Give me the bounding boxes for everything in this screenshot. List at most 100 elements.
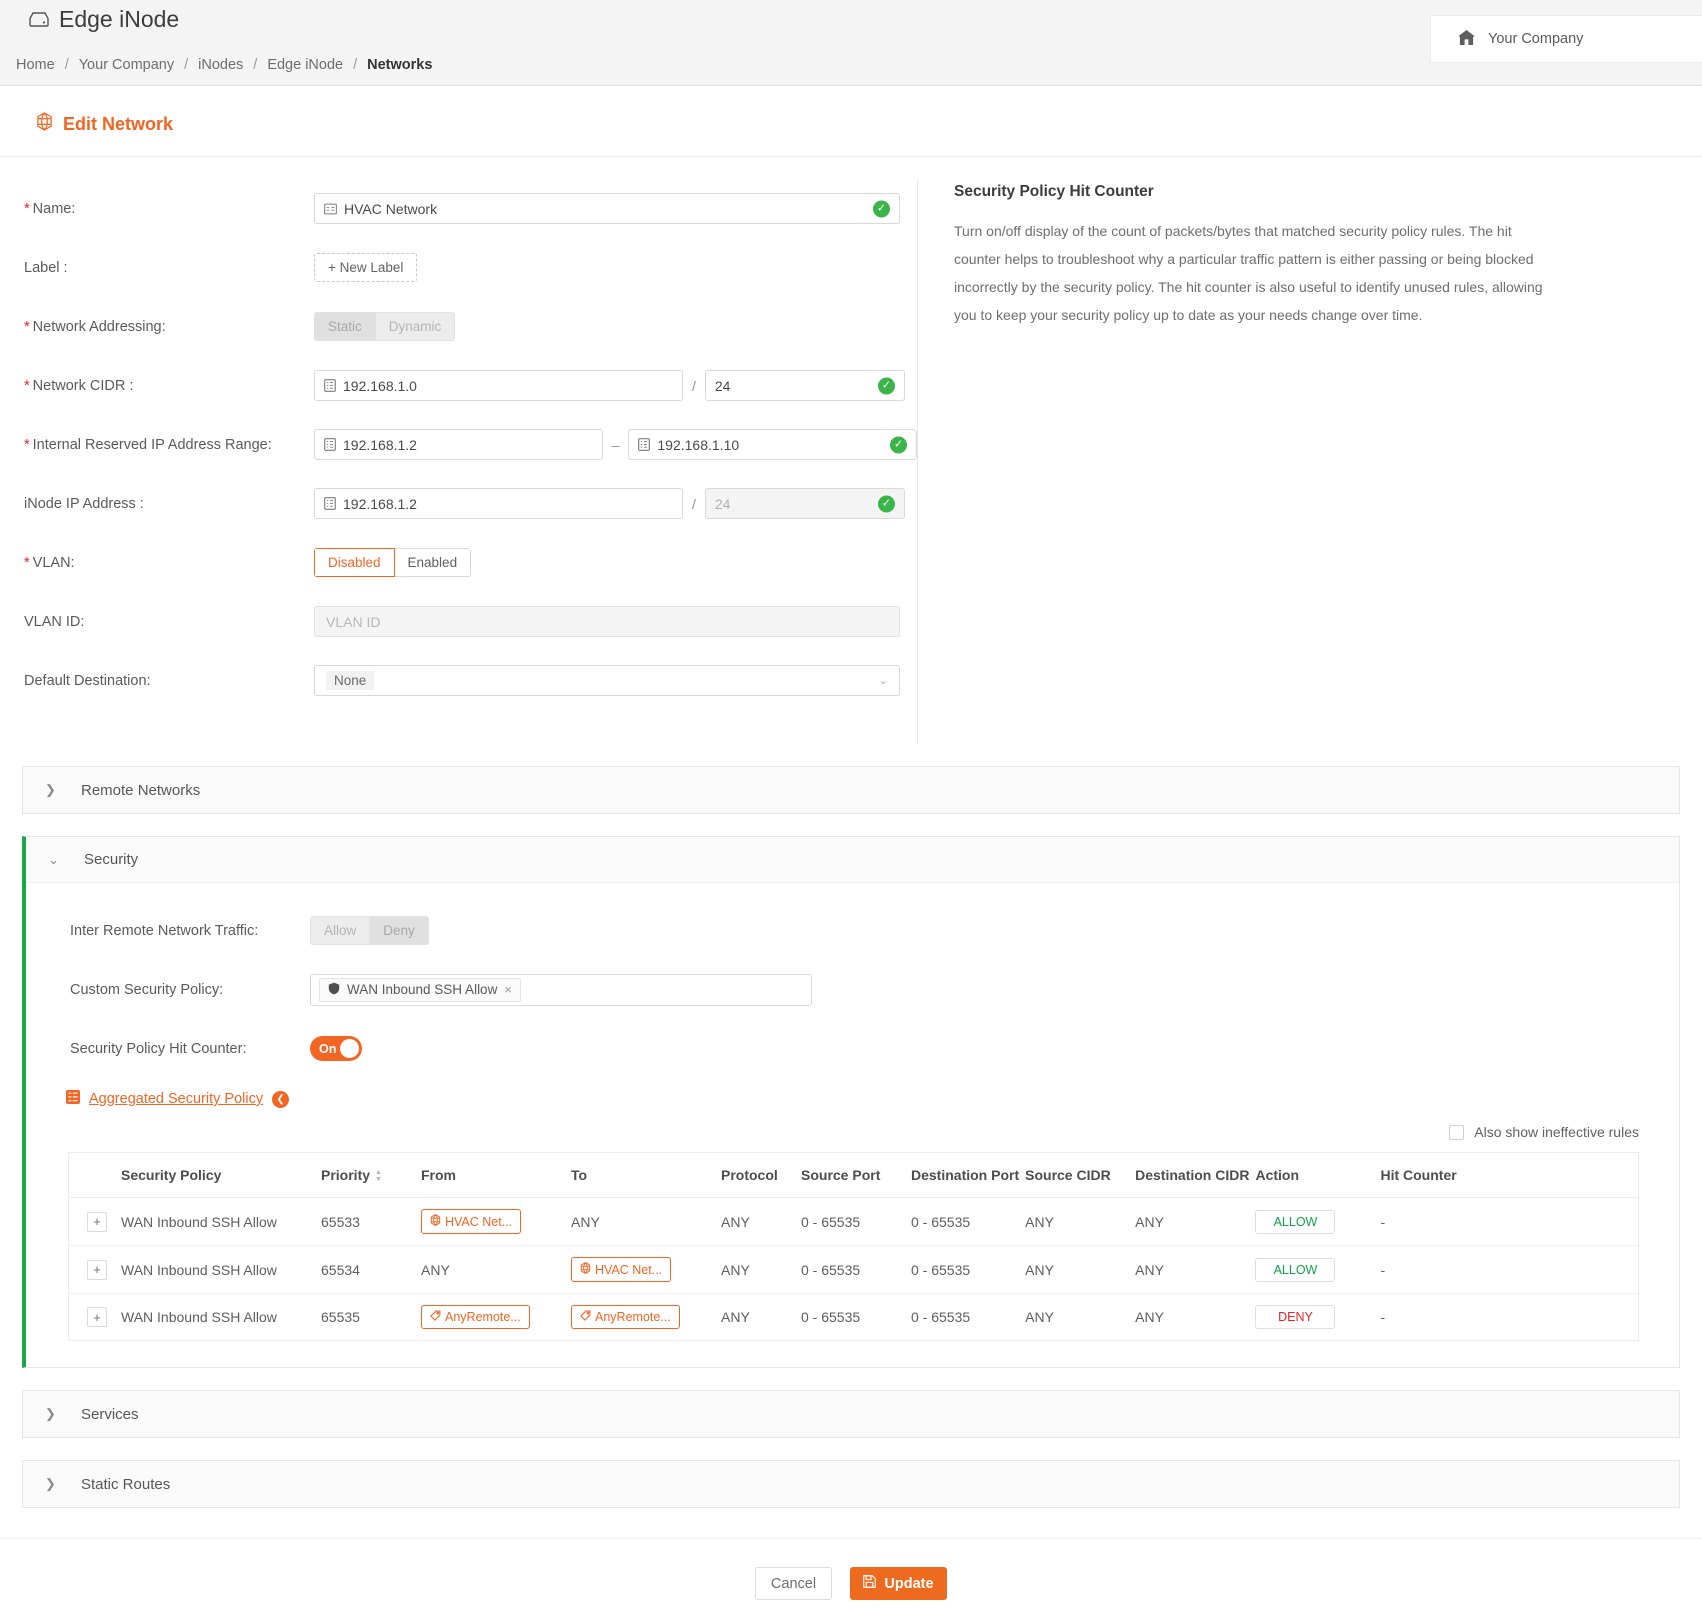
label-vlan: * VLAN: [24,555,314,571]
vlan-option-enabled[interactable]: Enabled [394,548,472,577]
from-network-pill[interactable]: AnyRemote... [421,1305,530,1329]
network-addressing-toggle: Static Dynamic [314,312,456,341]
info-panel: Security Policy Hit Counter Turn on/off … [918,179,1702,744]
cell-security-policy: WAN Inbound SSH Allow [121,1309,277,1325]
cell-priority: 65533 [321,1197,421,1246]
accordion-security-label: Security [84,851,139,868]
field-row-vlan: * VLAN: Disabled Enabled [0,533,917,592]
update-button[interactable]: Update [850,1567,947,1600]
cell-source-cidr: ANY [1025,1197,1136,1246]
network-cidr-prefix-input[interactable]: 24 ✓ [704,370,905,401]
table-row: + WAN Inbound SSH Allow 65534 ANY HVAC N… [69,1245,1638,1294]
inode-device-icon [28,11,50,28]
field-row-internal-reserved-range: * Internal Reserved IP Address Range: 192… [0,415,917,474]
field-row-label: Label : + New Label [0,238,917,297]
accordion-services[interactable]: ❯ Services [22,1390,1680,1438]
close-icon[interactable]: × [504,982,512,997]
table-row: + WAN Inbound SSH Allow 65535 AnyRemote.… [69,1294,1638,1341]
accordion-static-routes[interactable]: ❯ Static Routes [22,1460,1680,1508]
add-new-label-button[interactable]: + New Label [314,253,418,282]
vlan-toggle[interactable]: Disabled Enabled [314,548,472,577]
update-button-label: Update [884,1575,934,1592]
cell-source-port: 0 - 65535 [801,1309,861,1325]
reserved-range-from-input[interactable]: 192.168.1.2 [314,429,603,460]
inode-ip-address-input[interactable]: 192.168.1.2 [314,488,683,519]
label-network-cidr-text: Network CIDR : [32,377,134,394]
chevron-right-icon: ❯ [45,1476,56,1491]
ip-address-icon [638,438,651,451]
tag-icon [430,1310,441,1324]
network-cidr-address-input[interactable]: 192.168.1.0 [314,370,683,401]
inter-remote-traffic-option-deny: Deny [370,916,429,945]
action-badge: ALLOW [1255,1257,1336,1282]
from-network-pill[interactable]: HVAC Net... [421,1209,522,1234]
label-vlan-text: VLAN: [32,554,75,571]
network-addressing-option-dynamic: Dynamic [375,312,456,341]
custom-security-policy-chip[interactable]: WAN Inbound SSH Allow × [319,977,521,1002]
accordion-static-routes-header[interactable]: ❯ Static Routes [23,1461,1679,1507]
required-marker: * [24,200,30,217]
breadcrumb-item-your-company[interactable]: Your Company [76,57,177,73]
table-body: + WAN Inbound SSH Allow 65533 HVAC Net..… [69,1197,1638,1341]
label-inter-remote-traffic: Inter Remote Network Traffic: [70,922,259,939]
aggregated-security-policy-label[interactable]: Aggregated Security Policy [89,1091,263,1107]
expand-row-button[interactable]: + [87,1307,107,1327]
accordion-security-header[interactable]: ⌄ Security [26,837,1679,883]
accordion-services-header[interactable]: ❯ Services [23,1391,1679,1437]
cell-priority: 65534 [321,1245,421,1294]
chevron-right-icon: ❯ [45,782,56,797]
cell-hit-counter: - [1380,1309,1386,1325]
aggregated-security-policy-link[interactable]: Aggregated Security Policy ❮ [26,1078,1679,1108]
cell-source-port: 0 - 65535 [801,1245,911,1294]
tag-icon [580,1310,591,1324]
default-destination-select[interactable]: None ⌄ [314,665,900,696]
cell-destination-port: 0 - 65535 [911,1197,1026,1246]
col-security-policy: Security Policy [121,1153,321,1198]
col-hit-counter: Hit Counter [1380,1153,1638,1198]
name-input[interactable]: HVAC Network ✓ [314,193,900,224]
chevron-down-icon: ⌄ [48,851,59,867]
cell-hit-counter: - [1380,1245,1638,1294]
reserved-range-to-input[interactable]: 192.168.1.10 ✓ [628,429,917,460]
aggregated-security-policy-table: Security Policy Priority ▲ ▼ From To Proto… [68,1152,1639,1341]
home-icon [1457,29,1476,50]
page-title-text: Edit Network [63,113,174,134]
to-network-pill[interactable]: AnyRemote... [571,1305,680,1329]
accordion-static-routes-label: Static Routes [81,1475,171,1493]
cell-from: HVAC Net... [421,1197,571,1246]
accordion-remote-networks[interactable]: ❯ Remote Networks [22,766,1680,814]
accordion-remote-networks-header[interactable]: ❯ Remote Networks [23,767,1679,813]
save-icon [863,1575,877,1592]
custom-security-policy-input[interactable]: WAN Inbound SSH Allow × [310,973,812,1006]
shield-icon [328,982,340,998]
form-fields-column: * Name: HVAC Network ✓ Label : + New Labe… [0,179,918,744]
chevron-down-circle-icon[interactable]: ❮ [272,1090,290,1108]
custom-security-policy-chip-label: WAN Inbound SSH Allow [347,982,498,997]
label-internal-reserved-range: * Internal Reserved IP Address Range: [24,437,314,453]
app-title-text: Edge iNode [59,6,180,32]
valid-check-icon: ✓ [889,436,907,453]
to-network-pill-label: AnyRemote... [595,1310,671,1324]
cancel-button[interactable]: Cancel [755,1567,832,1600]
label-label: Label : [24,259,68,276]
breadcrumb-item-edge-inode[interactable]: Edge iNode [264,57,346,73]
hit-counter-toggle[interactable]: On [310,1036,362,1061]
company-selector[interactable]: Your Company [1430,15,1702,63]
breadcrumb-item-inodes[interactable]: iNodes [195,57,246,73]
col-priority[interactable]: Priority ▲ ▼ [321,1153,421,1198]
col-source-port: Source Port [801,1153,911,1198]
network-cidr-address-value: 192.168.1.0 [343,377,417,394]
to-network-pill[interactable]: HVAC Net... [571,1257,672,1282]
breadcrumb-item-home[interactable]: Home [13,57,58,73]
expand-row-button[interactable]: + [87,1211,107,1232]
breadcrumb-separator: / [184,57,189,73]
show-ineffective-rules-checkbox[interactable] [1449,1124,1465,1140]
valid-check-icon: ✓ [873,200,890,217]
sort-icon[interactable]: ▲ ▼ [375,1169,382,1183]
inode-ip-prefix-value: 24 [714,495,731,512]
expand-row-button[interactable]: + [87,1259,107,1280]
vlan-option-disabled[interactable]: Disabled [314,548,395,577]
